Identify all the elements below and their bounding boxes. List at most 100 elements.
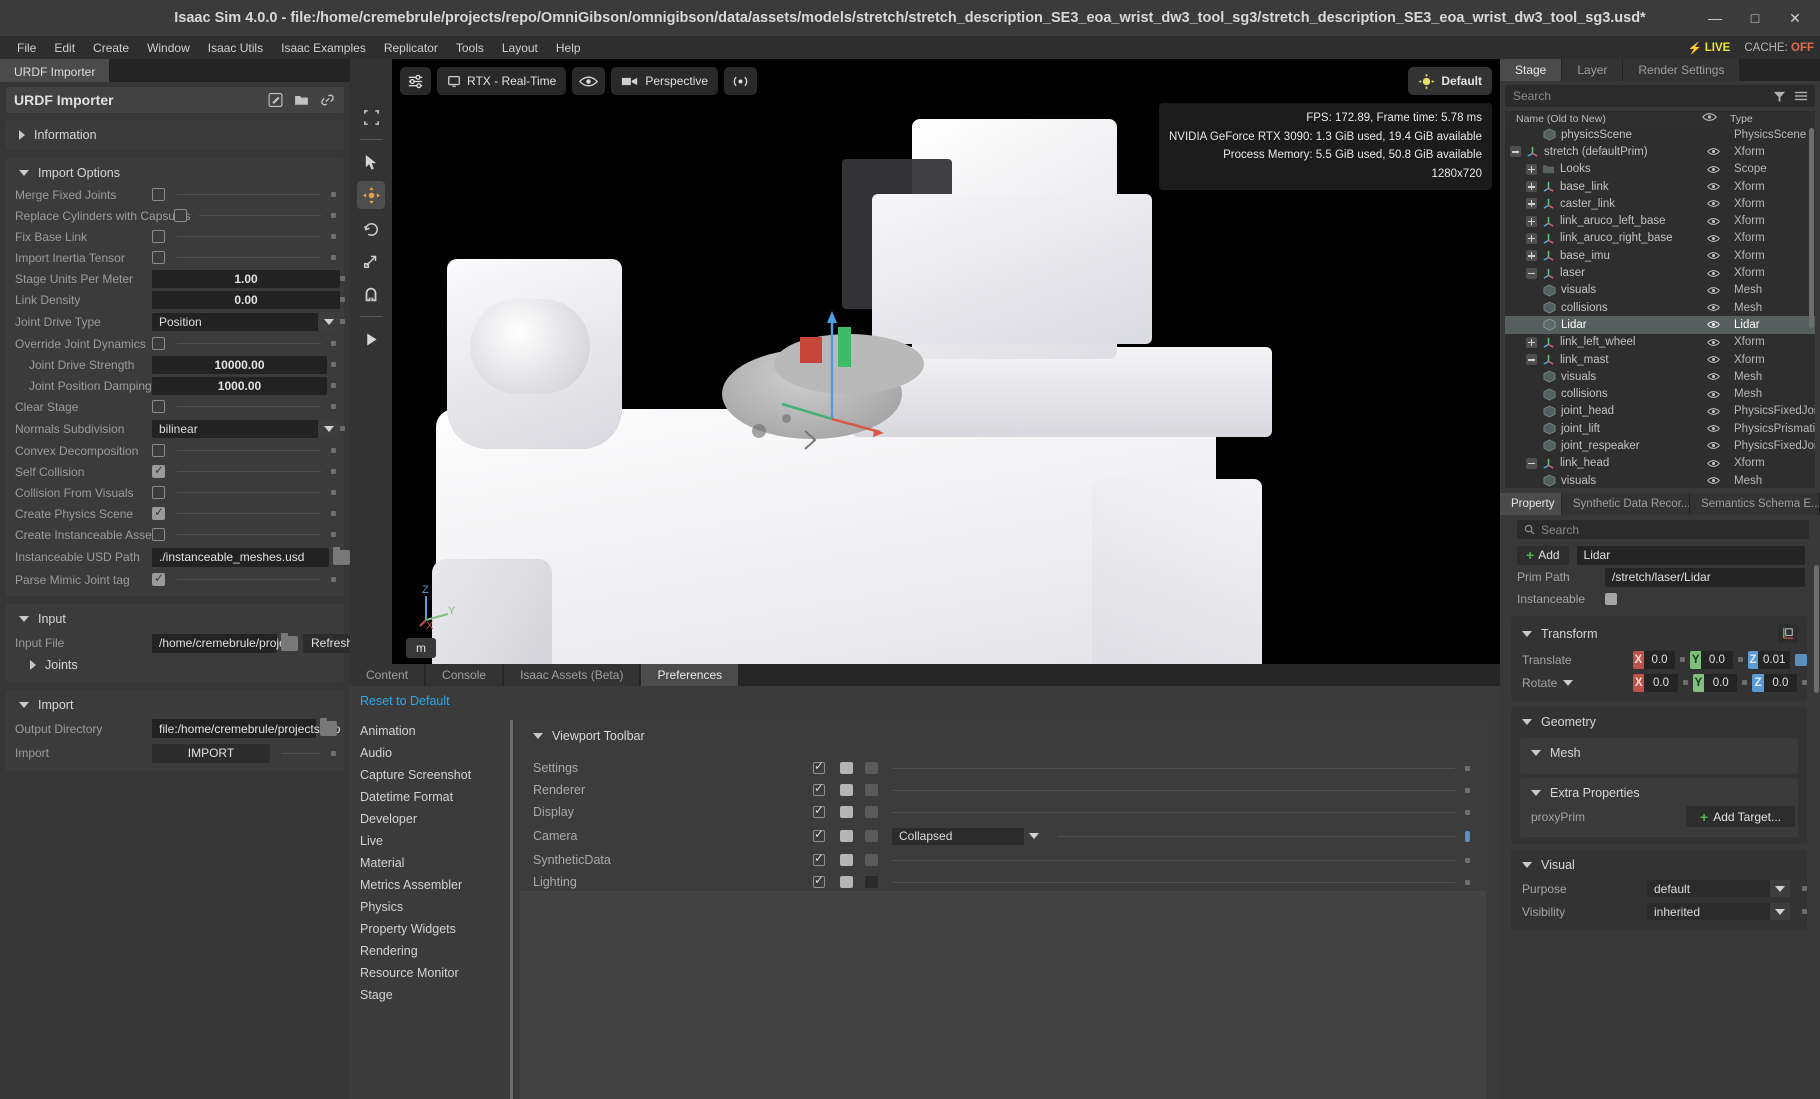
stage-search-box[interactable] bbox=[1505, 85, 1815, 107]
menu-replicator[interactable]: Replicator bbox=[375, 38, 447, 58]
tab-layer[interactable]: Layer bbox=[1562, 59, 1622, 81]
output-directory-input[interactable]: file:/home/cremebrule/projects/rep bbox=[152, 719, 316, 738]
rotate-label-group[interactable]: Rotate bbox=[1522, 676, 1628, 690]
joint-drive-strength-input[interactable]: 10000.00 bbox=[152, 356, 327, 374]
renderer-selector[interactable]: RTX - Real-Time bbox=[437, 67, 566, 95]
settings-visible-checkbox[interactable] bbox=[813, 762, 825, 774]
import-button[interactable]: IMPORT bbox=[152, 744, 270, 763]
display-visible-checkbox[interactable] bbox=[813, 806, 825, 818]
input-section-title[interactable]: Input bbox=[6, 608, 344, 630]
expander-plus-icon[interactable] bbox=[1526, 337, 1537, 348]
tab-semantics-schema-editor[interactable]: Semantics Schema E... bbox=[1690, 493, 1819, 515]
viewport-3d[interactable]: RTX - Real-Time Perspective bbox=[392, 59, 1500, 664]
visibility-toggle[interactable] bbox=[1699, 217, 1727, 226]
normals-subdivision-select[interactable]: bilinear bbox=[152, 420, 340, 438]
tree-row-physicsscene[interactable]: physicsScenePhysicsScene bbox=[1505, 126, 1815, 143]
settings-swatch-light[interactable] bbox=[840, 762, 853, 774]
prefs-nav-metrics-assembler[interactable]: Metrics Assembler bbox=[360, 874, 510, 896]
select-arrow-tool[interactable] bbox=[357, 148, 385, 176]
parse-mimic-joint-tag-checkbox[interactable] bbox=[152, 573, 165, 586]
tab-stage[interactable]: Stage bbox=[1500, 59, 1561, 81]
translate-z-field[interactable]: Z0.01 bbox=[1748, 651, 1790, 669]
option-dot[interactable] bbox=[340, 319, 345, 324]
stage-units-per-meter-input[interactable]: 1.00 bbox=[152, 270, 340, 288]
joints-subsection[interactable]: Joints bbox=[6, 656, 344, 676]
translate-y-field[interactable]: Y0.0 bbox=[1690, 651, 1732, 669]
menu-layout[interactable]: Layout bbox=[493, 38, 547, 58]
expander-minus-icon[interactable] bbox=[1526, 458, 1537, 469]
option-dot[interactable] bbox=[331, 362, 336, 367]
option-dot[interactable] bbox=[331, 448, 336, 453]
tree-row-collisions[interactable]: collisionsMesh bbox=[1505, 385, 1815, 402]
camera-mode-select[interactable]: Collapsed bbox=[892, 828, 1044, 845]
visibility-toggle[interactable] bbox=[1699, 269, 1727, 278]
stage-search-input[interactable] bbox=[1505, 89, 1773, 103]
convex-decomposition-checkbox[interactable] bbox=[152, 444, 165, 457]
close-button[interactable]: ✕ bbox=[1776, 3, 1814, 33]
expander-minus-icon[interactable] bbox=[1510, 146, 1521, 157]
preferences-splitter[interactable] bbox=[510, 720, 513, 1099]
folder-icon[interactable] bbox=[320, 721, 337, 736]
camera-selector[interactable]: Perspective bbox=[611, 67, 718, 95]
menu-file[interactable]: File bbox=[8, 38, 45, 58]
settings-swatch-dark[interactable] bbox=[865, 762, 878, 774]
lighting-visible-checkbox[interactable] bbox=[813, 876, 825, 888]
visibility-toggle[interactable] bbox=[1699, 338, 1727, 347]
visibility-toggle[interactable] bbox=[1699, 407, 1727, 416]
link-icon[interactable] bbox=[319, 92, 336, 108]
collision-from-visuals-checkbox[interactable] bbox=[152, 486, 165, 499]
add-target-button[interactable]: +Add Target... bbox=[1686, 806, 1795, 827]
rotate-x-field[interactable]: X0.0 bbox=[1633, 674, 1678, 692]
renderer-swatch-light[interactable] bbox=[840, 784, 853, 796]
tree-row-link-aruco-right-base[interactable]: link_aruco_right_baseXform bbox=[1505, 230, 1815, 247]
menu-isaac-examples[interactable]: Isaac Examples bbox=[272, 38, 375, 58]
minimize-button[interactable]: — bbox=[1696, 3, 1734, 33]
import-section-title[interactable]: Import bbox=[6, 694, 344, 716]
option-dot[interactable] bbox=[331, 213, 336, 218]
option-dot[interactable] bbox=[331, 255, 336, 260]
prefs-nav-capture-screenshot[interactable]: Capture Screenshot bbox=[360, 764, 510, 786]
replace-cylinders-checkbox[interactable] bbox=[174, 209, 187, 222]
rotate-z-dot[interactable] bbox=[1802, 680, 1807, 685]
syntheticdata-swatch-dark[interactable] bbox=[865, 854, 878, 866]
viewport-toolbar-title[interactable]: Viewport Toolbar bbox=[520, 720, 1486, 749]
expander-minus-icon[interactable] bbox=[1526, 268, 1537, 279]
prefs-nav-animation[interactable]: Animation bbox=[360, 720, 510, 742]
maximize-button[interactable]: □ bbox=[1736, 3, 1774, 33]
expander-plus-icon[interactable] bbox=[1526, 198, 1537, 209]
reset-to-default-link[interactable]: Reset to Default bbox=[350, 686, 1500, 714]
joint-drive-type-select[interactable]: Position bbox=[152, 313, 340, 331]
expander-plus-icon[interactable] bbox=[1526, 250, 1537, 261]
clear-stage-checkbox[interactable] bbox=[152, 400, 165, 413]
scale-tool[interactable] bbox=[357, 247, 385, 275]
lighting-swatch-light[interactable] bbox=[840, 876, 853, 888]
visibility-toggle[interactable] bbox=[1699, 199, 1727, 208]
joint-position-damping-input[interactable]: 1000.00 bbox=[152, 377, 327, 395]
visual-section-title[interactable]: Visual bbox=[1511, 853, 1807, 877]
tree-row-looks[interactable]: LooksScope bbox=[1505, 161, 1815, 178]
create-instanceable-asset-checkbox[interactable] bbox=[152, 528, 165, 541]
tab-isaac-assets[interactable]: Isaac Assets (Beta) bbox=[504, 664, 639, 686]
option-dot[interactable] bbox=[331, 469, 336, 474]
link-density-input[interactable]: 0.00 bbox=[152, 291, 340, 309]
visibility-toggle[interactable] bbox=[1699, 286, 1727, 295]
visibility-toggle[interactable] bbox=[1699, 251, 1727, 260]
translate-x-dot[interactable] bbox=[1680, 657, 1685, 662]
mesh-subsection-title[interactable]: Mesh bbox=[1520, 741, 1798, 765]
menu-isaac-utils[interactable]: Isaac Utils bbox=[199, 38, 272, 58]
prefs-nav-material[interactable]: Material bbox=[360, 852, 510, 874]
tab-console[interactable]: Console bbox=[426, 664, 502, 686]
option-dot[interactable] bbox=[331, 341, 336, 346]
tab-synthetic-data-recorder[interactable]: Synthetic Data Recor... bbox=[1562, 493, 1689, 515]
prefs-nav-developer[interactable]: Developer bbox=[360, 808, 510, 830]
display-button[interactable] bbox=[572, 67, 605, 95]
create-physics-scene-checkbox[interactable] bbox=[152, 507, 165, 520]
purpose-dot[interactable] bbox=[1802, 886, 1807, 891]
tree-row-base-imu[interactable]: base_imuXform bbox=[1505, 247, 1815, 264]
tab-urdf-importer[interactable]: URDF Importer bbox=[0, 59, 109, 82]
menu-create[interactable]: Create bbox=[84, 38, 138, 58]
geometry-section-title[interactable]: Geometry bbox=[1511, 710, 1807, 734]
purpose-select[interactable]: default bbox=[1647, 880, 1790, 897]
snap-magnet-tool[interactable] bbox=[357, 280, 385, 308]
syntheticdata-swatch-light[interactable] bbox=[840, 854, 853, 866]
